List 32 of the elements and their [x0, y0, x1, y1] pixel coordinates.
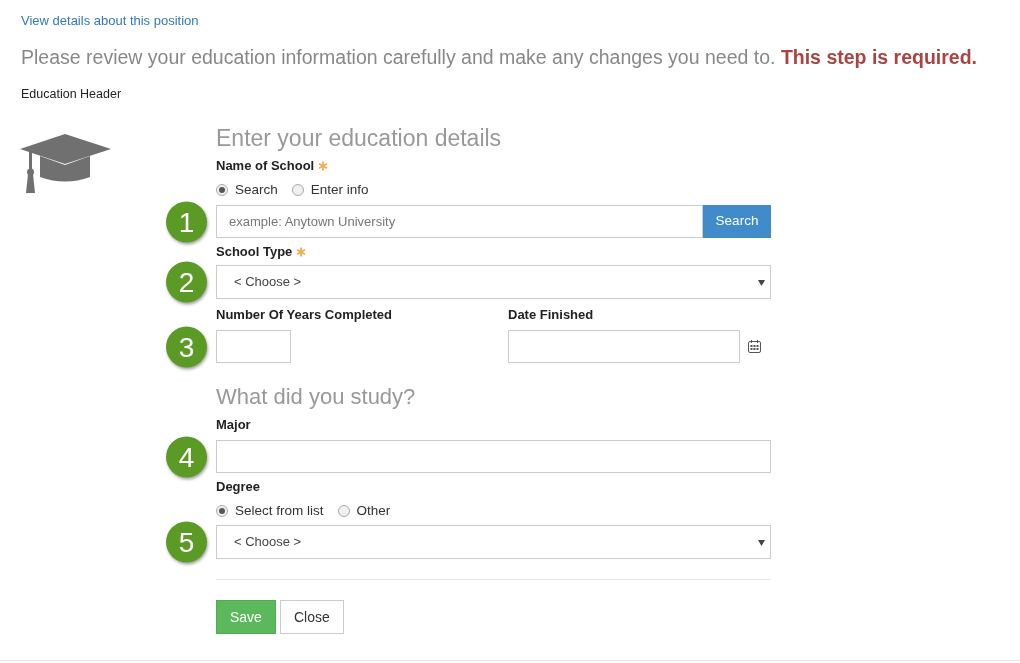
field-label: Name of School: [216, 156, 315, 175]
field-label: Degree: [216, 477, 261, 496]
major-input[interactable]: [216, 440, 771, 473]
field-label: School Type: [216, 242, 293, 261]
radio-option[interactable]: Select from list: [216, 500, 324, 522]
details-link[interactable]: View details about this position: [21, 12, 999, 29]
step-number-badge: 1: [166, 201, 207, 242]
years-input[interactable]: [216, 330, 291, 363]
close-button[interactable]: Close: [279, 600, 344, 634]
intro-text: Please review your education information carefully and make any changes you need to. This step is required.: [21, 45, 978, 69]
section-heading: What did you study?: [216, 383, 417, 411]
select-dropdown[interactable]: < Choose >: [216, 525, 771, 559]
field-label: Major: [216, 415, 251, 434]
radio-option[interactable]: Other: [337, 500, 391, 522]
field-label: Number Of Years Completed: [216, 306, 394, 322]
section-header: Education Header: [21, 86, 123, 102]
step-number-badge: 5: [166, 521, 207, 563]
select-dropdown[interactable]: < Choose >: [216, 265, 771, 299]
calendar-icon[interactable]: [748, 340, 761, 353]
field-label: Date Finished: [508, 306, 594, 322]
step-number-badge: 2: [166, 261, 207, 303]
step-number-badge: 3: [166, 326, 207, 367]
radio-option[interactable]: Enter info: [291, 179, 369, 201]
form-title: Enter your education details: [216, 124, 503, 152]
caret-icon: [758, 280, 765, 286]
caret-icon: [758, 540, 765, 546]
graduation-cap-icon: [20, 134, 111, 194]
search-field[interactable]: example: Anytown University: [216, 205, 703, 238]
date-input[interactable]: [508, 330, 740, 363]
step-number-badge: 4: [166, 436, 207, 477]
radio-option[interactable]: Search: [216, 179, 278, 201]
search-button[interactable]: Search: [703, 205, 771, 238]
